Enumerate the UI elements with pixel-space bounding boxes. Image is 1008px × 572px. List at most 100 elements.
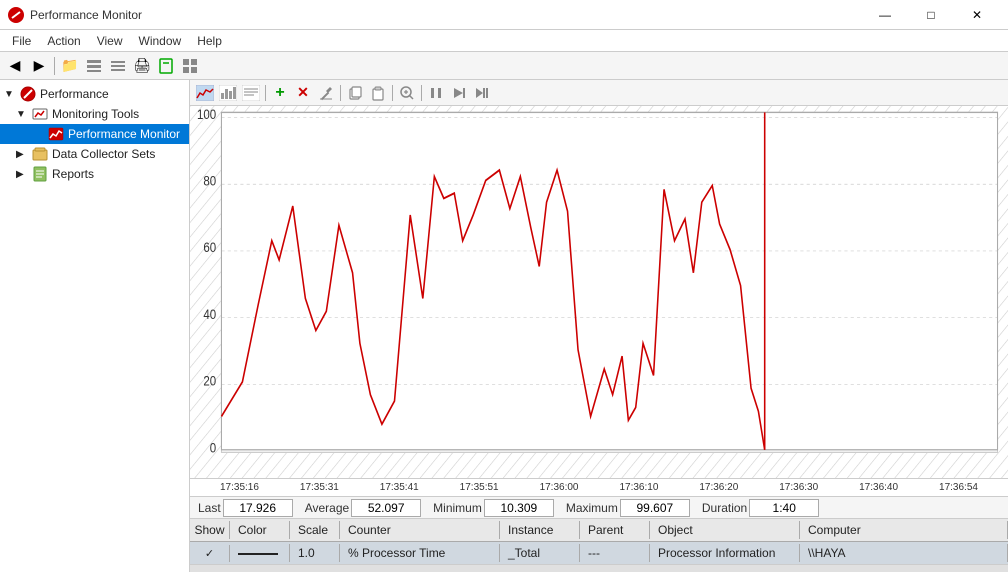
performance-icon xyxy=(20,86,36,102)
chart-toolbar: + ✕ xyxy=(190,80,1008,106)
menu-file[interactable]: File xyxy=(4,32,39,50)
header-scale: Scale xyxy=(290,521,340,539)
maximize-button[interactable]: □ xyxy=(908,0,954,30)
chart-sep-3 xyxy=(392,85,393,101)
app-icon xyxy=(8,7,24,23)
chart-sep-4 xyxy=(421,85,422,101)
menu-action[interactable]: Action xyxy=(39,32,88,50)
tree-item-monitoring-tools[interactable]: ▼ Monitoring Tools xyxy=(0,104,189,124)
toolbar-view-toggle[interactable] xyxy=(179,55,201,77)
right-panel: + ✕ xyxy=(190,80,1008,572)
time-label-5: 17:36:10 xyxy=(619,482,658,493)
chart-histogram-btn[interactable] xyxy=(217,83,239,103)
toolbar-print[interactable]: 🖨 xyxy=(131,55,153,77)
chart-zoom-btn[interactable] xyxy=(396,83,418,103)
counter-computer-0: \\HAYA xyxy=(800,544,1008,562)
color-line-0 xyxy=(238,553,278,555)
monitoring-tools-icon xyxy=(32,106,48,122)
main-container: ▼ Performance ▼ Monitoring Tools xyxy=(0,80,1008,572)
title-bar: Performance Monitor — □ ✕ xyxy=(0,0,1008,30)
window-title: Performance Monitor xyxy=(30,8,142,22)
tree-label-monitoring: Monitoring Tools xyxy=(52,107,139,121)
chart-copy-btn[interactable] xyxy=(344,83,366,103)
chart-report-btn[interactable] xyxy=(240,83,262,103)
time-label-4: 17:36:00 xyxy=(540,482,579,493)
last-label: Last xyxy=(198,501,221,515)
toolbar-forward[interactable]: ▶ xyxy=(28,55,50,77)
counter-header: Show Color Scale Counter Instance Parent… xyxy=(190,519,1008,542)
counter-row-0[interactable]: ✓ 1.0 % Processor Time _Total --- Proces… xyxy=(190,542,1008,564)
svg-text:20: 20 xyxy=(203,373,216,389)
tree-toggle-monitoring[interactable]: ▼ xyxy=(16,109,32,120)
svg-text:60: 60 xyxy=(203,239,216,255)
tree-item-reports[interactable]: ▶ Reports xyxy=(0,164,189,184)
header-color: Color xyxy=(230,521,290,539)
toolbar-help[interactable] xyxy=(155,55,177,77)
header-instance: Instance xyxy=(500,521,580,539)
chart-paste-btn[interactable] xyxy=(367,83,389,103)
toolbar-back[interactable]: ◀ xyxy=(4,55,26,77)
minimize-button[interactable]: — xyxy=(862,0,908,30)
duration-label: Duration xyxy=(702,501,747,515)
time-label-2: 17:35:41 xyxy=(380,482,419,493)
data-collector-icon xyxy=(32,146,48,162)
chart-next-btn[interactable] xyxy=(448,83,470,103)
time-label-3: 17:35:51 xyxy=(460,482,499,493)
tree-label-performance: Performance xyxy=(40,87,109,101)
chart-edit-btn[interactable] xyxy=(315,83,337,103)
tree-toggle-reports[interactable]: ▶ xyxy=(16,169,32,180)
toolbar-show-hide[interactable] xyxy=(83,55,105,77)
counter-object-0: Processor Information xyxy=(650,544,800,562)
tree-item-performance-monitor[interactable]: Performance Monitor xyxy=(0,124,189,144)
minimum-value: 10.309 xyxy=(484,499,554,517)
toolbar-properties[interactable] xyxy=(107,55,129,77)
last-value: 17.926 xyxy=(223,499,293,517)
counter-name-0: % Processor Time xyxy=(340,544,500,562)
header-object: Object xyxy=(650,521,800,539)
time-label-6: 17:36:20 xyxy=(699,482,738,493)
performance-chart: 100 80 60 40 20 0 xyxy=(190,106,1008,478)
chart-graph-btn[interactable] xyxy=(194,83,216,103)
average-label: Average xyxy=(305,501,349,515)
chart-pause-btn[interactable] xyxy=(425,83,447,103)
time-label-9: 17:36:54 xyxy=(939,482,978,493)
time-label-8: 17:36:40 xyxy=(859,482,898,493)
left-panel: ▼ Performance ▼ Monitoring Tools xyxy=(0,80,190,572)
tree-item-data-collector[interactable]: ▶ Data Collector Sets xyxy=(0,144,189,164)
chart-add-btn[interactable]: + xyxy=(269,83,291,103)
tree-toggle-datacollector[interactable]: ▶ xyxy=(16,149,32,160)
tree-item-performance[interactable]: ▼ Performance xyxy=(0,84,189,104)
chart-sep-2 xyxy=(340,85,341,101)
time-axis: 17:35:16 17:35:31 17:35:41 17:35:51 17:3… xyxy=(190,478,1008,496)
duration-value: 1:40 xyxy=(749,499,819,517)
toolbar-sep-1 xyxy=(54,57,55,75)
stats-bar: Last 17.926 Average 52.097 Minimum 10.30… xyxy=(190,496,1008,518)
chart-last-btn[interactable] xyxy=(471,83,493,103)
average-value: 52.097 xyxy=(351,499,421,517)
maximum-value: 99.607 xyxy=(620,499,690,517)
window-controls: — □ ✕ xyxy=(862,0,1000,30)
tree-toggle-performance[interactable]: ▼ xyxy=(4,89,20,100)
toolbar-up[interactable]: 📁 xyxy=(59,55,81,77)
close-button[interactable]: ✕ xyxy=(954,0,1000,30)
chart-delete-btn[interactable]: ✕ xyxy=(292,83,314,103)
tree-label-datacollector: Data Collector Sets xyxy=(52,147,155,161)
menu-window[interactable]: Window xyxy=(131,32,190,50)
menu-view[interactable]: View xyxy=(89,32,131,50)
chart-sep-1 xyxy=(265,85,266,101)
chart-area: 100 80 60 40 20 0 xyxy=(190,106,1008,478)
svg-text:100: 100 xyxy=(197,106,216,122)
counter-show-0: ✓ xyxy=(190,545,230,562)
counter-scale-0: 1.0 xyxy=(290,544,340,562)
tree-label-perfmon: Performance Monitor xyxy=(68,127,180,141)
tree-label-reports: Reports xyxy=(52,167,94,181)
counter-parent-0: --- xyxy=(580,544,650,562)
svg-text:80: 80 xyxy=(203,172,216,188)
counter-color-0 xyxy=(230,544,290,562)
maximum-label: Maximum xyxy=(566,501,618,515)
header-computer: Computer xyxy=(800,521,1008,539)
counter-instance-0: _Total xyxy=(500,544,580,562)
time-label-0: 17:35:16 xyxy=(220,482,259,493)
menu-help[interactable]: Help xyxy=(189,32,230,50)
horizontal-scrollbar[interactable] xyxy=(190,564,1008,572)
